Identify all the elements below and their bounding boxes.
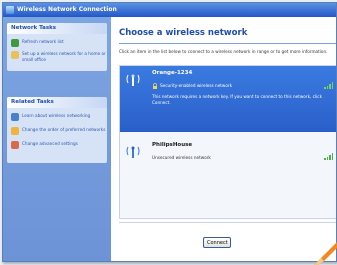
task-sidebar: Network Tasks Refresh network list Set u… (3, 17, 111, 261)
network-name-philipshouse: PhilipsHouse (152, 142, 193, 148)
title-bar[interactable]: Wireless Network Connection (3, 3, 336, 17)
network-item-orange-1234[interactable]: Orange-1234 Security-enabled wireless ne… (120, 66, 336, 132)
star-icon (11, 127, 19, 135)
page-title: Choose a wireless network (119, 28, 248, 38)
signal-strength-icon (324, 153, 334, 160)
window-title: Wireless Network Connection (17, 6, 117, 13)
network-tasks-header[interactable]: Network Tasks (7, 23, 107, 34)
network-tasks-panel: Network Tasks Refresh network list Set u… (7, 23, 107, 71)
list-divider (119, 222, 336, 223)
wireless-network-icon (6, 6, 14, 14)
network-name-orange-1234: Orange-1234 (152, 70, 193, 76)
wireless-network-connection-window: Wireless Network Connection Network Task… (2, 2, 337, 262)
signal-strength-icon (324, 82, 334, 89)
wireless-antenna-icon (126, 74, 140, 86)
refresh-network-list-label: Refresh network list (22, 39, 64, 44)
wireless-antenna-icon (126, 146, 140, 158)
learn-icon (11, 113, 19, 121)
setup-wireless-network-label: Set up a wireless network for a home or … (22, 51, 106, 62)
network-item-philipshouse[interactable]: PhilipsHouse Unsecured wireless network (120, 138, 336, 168)
instructions-text: Click an item in the list below to conne… (119, 49, 328, 54)
pencil-icon (314, 242, 337, 265)
lock-icon (153, 83, 157, 89)
change-preferred-order-label: Change the order of preferred networks (22, 127, 106, 132)
network-description-orange-1234: This network requires a network key. If … (152, 94, 323, 105)
screen: Wireless Network Connection Network Task… (0, 0, 337, 265)
related-tasks-panel: Related Tasks Learn about wireless netwo… (7, 97, 107, 163)
main-panel: Choose a wireless network Click an item … (111, 17, 336, 261)
connect-button[interactable]: Connect (203, 237, 231, 248)
title-divider (119, 43, 336, 44)
learn-wireless-label: Learn about wireless networking (22, 113, 91, 118)
related-tasks-header[interactable]: Related Tasks (7, 97, 107, 108)
network-list[interactable]: Orange-1234 Security-enabled wireless ne… (119, 65, 336, 219)
settings-icon (11, 141, 19, 149)
setup-wireless-icon (11, 51, 19, 59)
change-advanced-settings-label: Change advanced settings (22, 141, 78, 146)
network-status-orange-1234: Security-enabled wireless network (160, 83, 233, 88)
network-status-philipshouse: Unsecured wireless network (152, 155, 211, 160)
refresh-icon (11, 39, 19, 47)
